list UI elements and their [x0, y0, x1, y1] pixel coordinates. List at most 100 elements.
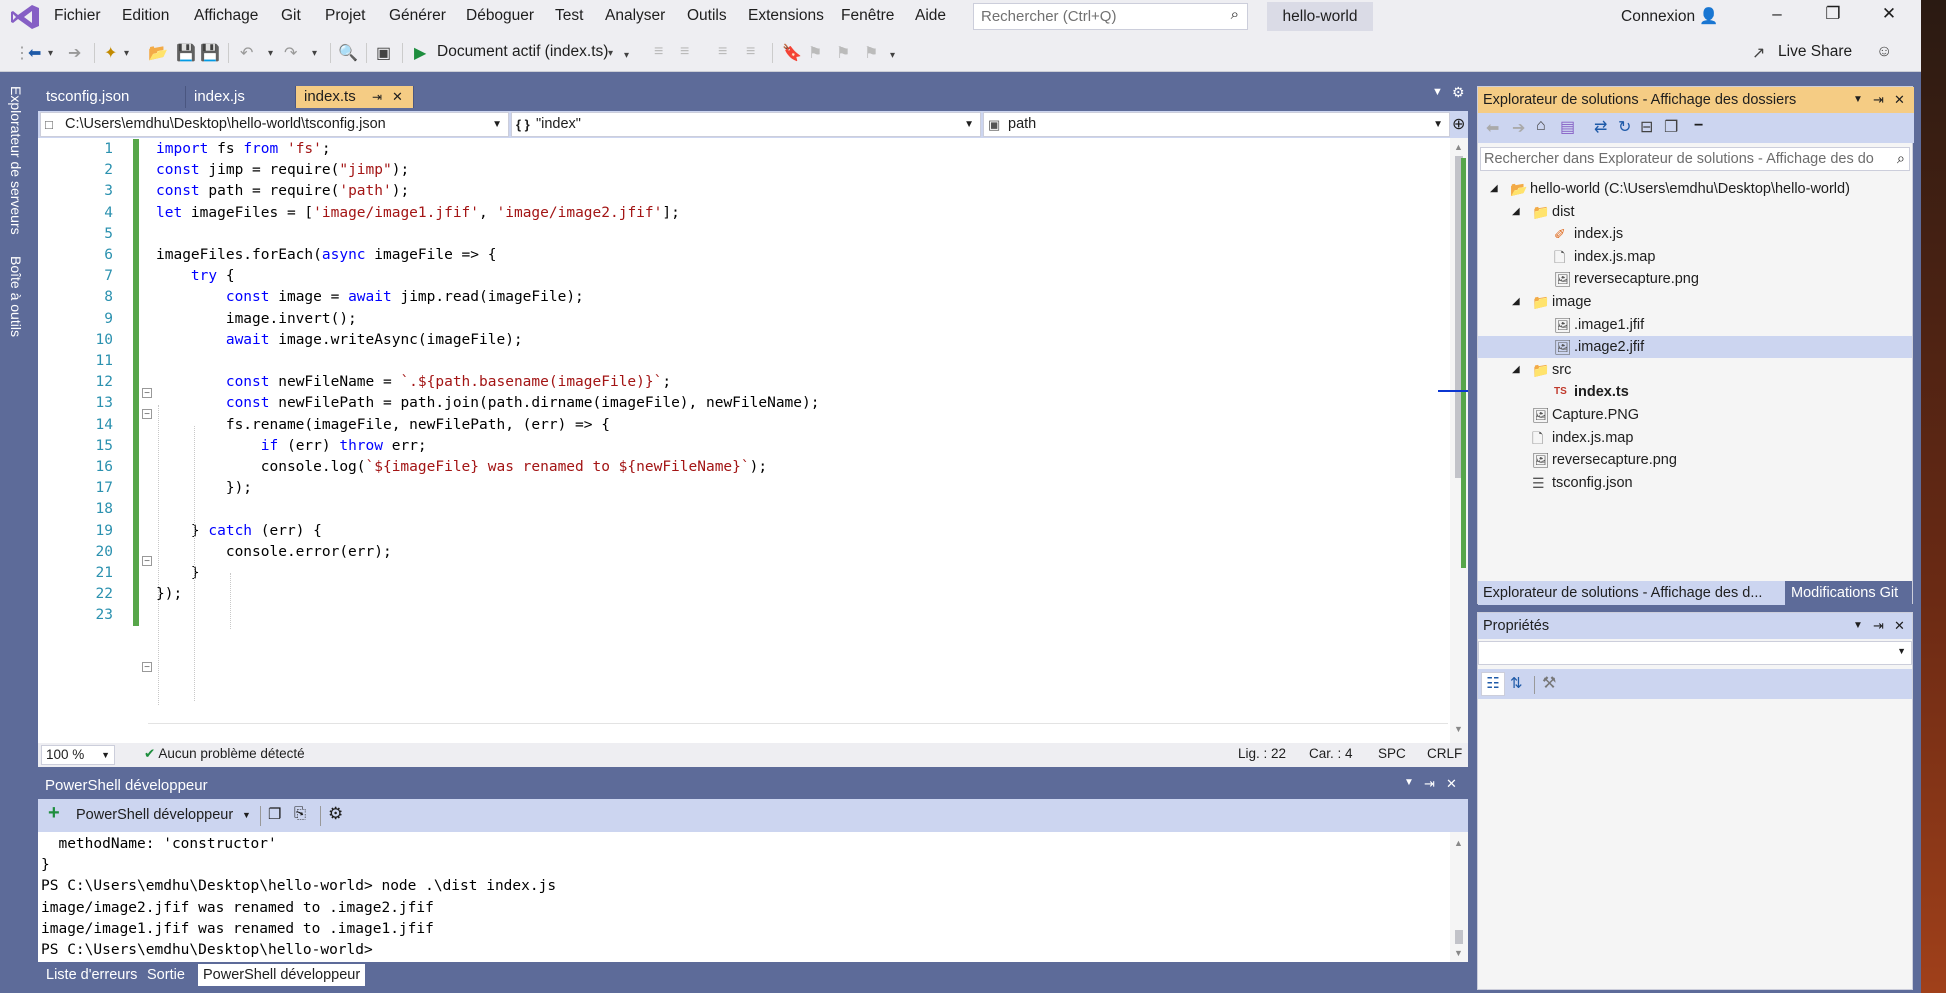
- tab-index-js[interactable]: index.js: [186, 86, 296, 108]
- show-all-files-icon[interactable]: ❐: [1664, 117, 1678, 137]
- new-dropdown-icon[interactable]: ▾: [124, 48, 129, 59]
- format-icon[interactable]: ≡: [680, 43, 689, 61]
- solution-name-badge[interactable]: hello-world: [1267, 2, 1373, 31]
- chevron-down-icon[interactable]: ▼: [242, 810, 251, 820]
- toolbox-tab[interactable]: Boîte à outils: [8, 256, 24, 337]
- column-indicator[interactable]: Car. : 4: [1309, 746, 1353, 761]
- issues-indicator[interactable]: ✔ Aucun problème détecté: [144, 746, 305, 762]
- close-panel-icon[interactable]: ✕: [1894, 613, 1905, 639]
- find-in-files-icon[interactable]: 🔍: [338, 43, 358, 63]
- expander-icon[interactable]: ◢: [1512, 201, 1520, 223]
- scope-dropdown[interactable]: { } "index" ▼: [511, 112, 981, 137]
- fold-toggle-icon[interactable]: −: [142, 662, 152, 673]
- start-debug-icon[interactable]: ▶: [414, 43, 426, 63]
- pin-icon[interactable]: ⇥: [1873, 613, 1884, 639]
- pin-icon[interactable]: ⇥: [1873, 87, 1884, 113]
- menu-item-8[interactable]: Test: [555, 7, 583, 25]
- expander-icon[interactable]: ◢: [1490, 178, 1498, 200]
- scroll-down-icon[interactable]: ▼: [1454, 948, 1463, 958]
- tree-item[interactable]: ◢ 📁 src: [1478, 359, 1912, 381]
- search-input[interactable]: Rechercher (Ctrl+Q) ⌕: [973, 3, 1248, 30]
- tree-item[interactable]: 🗋 index.js.map: [1478, 427, 1912, 449]
- paste-icon[interactable]: ⎘: [294, 805, 306, 822]
- sort-alpha-icon[interactable]: ⇅: [1510, 674, 1523, 692]
- categorized-icon[interactable]: ☷: [1481, 672, 1505, 696]
- feedback-icon[interactable]: ☺: [1876, 43, 1892, 61]
- next-bookmark-icon[interactable]: ⚑: [836, 43, 850, 63]
- back-icon[interactable]: ⬅: [28, 43, 41, 63]
- back-icon[interactable]: ⬅: [1486, 118, 1499, 138]
- code-editor[interactable]: 1 2 3 4 5 6 7 8 9 10 11 12 13 14 15 16 17 18 19 20 21 22 23 im…: [38, 138, 1468, 743]
- tree-item[interactable]: ☰ tsconfig.json: [1478, 472, 1912, 494]
- comment-icon[interactable]: ≡: [718, 43, 727, 61]
- scrollbar-thumb[interactable]: [1455, 930, 1463, 944]
- clear-bookmarks-icon[interactable]: ⚑: [864, 43, 878, 63]
- refresh-icon[interactable]: ↻: [1618, 117, 1631, 137]
- menu-item-9[interactable]: Analyser: [605, 7, 665, 25]
- panel-menu-icon[interactable]: ▼: [1853, 87, 1863, 113]
- redo-dropdown-icon[interactable]: ▾: [312, 48, 317, 59]
- tree-item[interactable]: ✐ index.js: [1478, 223, 1912, 245]
- tab-solution-explorer[interactable]: Explorateur de solutions - Affichage des…: [1478, 581, 1785, 605]
- redo-icon[interactable]: ↷: [284, 43, 297, 63]
- tree-item[interactable]: 🖼 reversecapture.png: [1478, 449, 1912, 471]
- project-dropdown[interactable]: □ C:\Users\emdhu\Desktop\hello-world\tsc…: [40, 112, 509, 137]
- menu-item-2[interactable]: Edition: [122, 7, 169, 25]
- tab-error-list[interactable]: Liste d'erreurs: [41, 964, 142, 986]
- tree-item[interactable]: 🖼 Capture.PNG: [1478, 404, 1912, 426]
- properties-icon[interactable]: −: [1694, 117, 1703, 135]
- start-target-label[interactable]: Document actif (index.ts): [437, 43, 608, 61]
- panel-menu-icon[interactable]: ▼: [1853, 613, 1863, 639]
- terminal-console[interactable]: methodName: 'constructor'} PS C:\Users\em…: [38, 832, 1468, 962]
- expander-icon[interactable]: ◢: [1512, 291, 1520, 313]
- scroll-down-icon[interactable]: ▼: [1454, 724, 1463, 734]
- close-window-button[interactable]: ✕: [1869, 4, 1909, 30]
- fold-toggle-icon[interactable]: −: [142, 409, 152, 420]
- menu-item-5[interactable]: Projet: [325, 7, 366, 25]
- tab-output[interactable]: Sortie: [142, 964, 190, 986]
- undo-icon[interactable]: ↶: [240, 43, 253, 63]
- step-icon[interactable]: ≡: [654, 43, 663, 61]
- menu-item-13[interactable]: Aide: [915, 7, 946, 25]
- screenshot-icon[interactable]: ▣: [376, 43, 391, 63]
- menu-item-10[interactable]: Outils: [687, 7, 727, 25]
- start-dropdown-icon[interactable]: ▾: [608, 48, 613, 59]
- tree-item[interactable]: 🖼 .image2.jfif: [1478, 336, 1912, 359]
- scroll-up-icon[interactable]: ▲: [1454, 142, 1463, 152]
- tree-item[interactable]: TS index.ts: [1478, 381, 1912, 403]
- wrench-icon[interactable]: ⚒: [1542, 673, 1556, 693]
- tab-tsconfig-json[interactable]: tsconfig.json: [38, 86, 186, 108]
- tree-item[interactable]: 🗋 index.js.map: [1478, 246, 1912, 268]
- server-explorer-tab[interactable]: Explorateur de serveurs: [8, 86, 24, 235]
- panel-menu-icon[interactable]: ▼: [1404, 777, 1414, 788]
- pin-icon[interactable]: ⇥: [1424, 776, 1435, 792]
- pin-icon[interactable]: ⇥: [372, 86, 382, 108]
- settings-icon[interactable]: ⚙: [1452, 84, 1465, 101]
- tree-item[interactable]: ◢ 📁 image: [1478, 291, 1912, 313]
- fold-toggle-icon[interactable]: −: [142, 388, 152, 399]
- toolbar-customize-icon[interactable]: ▾: [890, 50, 895, 61]
- tab-overflow-icon[interactable]: ▼: [1432, 86, 1443, 98]
- zoom-dropdown[interactable]: 100 % ▼: [41, 745, 115, 765]
- line-ending-indicator[interactable]: CRLF: [1427, 746, 1462, 761]
- tree-item[interactable]: 🖼 .image1.jfif: [1478, 314, 1912, 336]
- add-terminal-icon[interactable]: +: [48, 802, 60, 825]
- live-share-icon[interactable]: ↗: [1752, 43, 1765, 63]
- tab-index-ts[interactable]: index.ts ⇥ ✕: [296, 86, 414, 108]
- live-share-label[interactable]: Live Share: [1778, 43, 1852, 61]
- member-dropdown[interactable]: ▣ path ▼: [983, 112, 1450, 137]
- close-panel-icon[interactable]: ✕: [1446, 776, 1457, 792]
- tree-item[interactable]: ◢ 📂 hello-world (C:\Users\emdhu\Desktop\he…: [1478, 178, 1912, 200]
- back-dropdown-icon[interactable]: ▾: [48, 48, 53, 59]
- uncomment-icon[interactable]: ≡: [746, 43, 755, 61]
- bookmark-icon[interactable]: 🔖: [782, 43, 802, 63]
- terminal-selector[interactable]: PowerShell développeur: [76, 807, 233, 823]
- scroll-up-icon[interactable]: ▲: [1454, 838, 1463, 848]
- gear-icon[interactable]: ⚙: [328, 804, 343, 824]
- switch-views-icon[interactable]: ▤: [1560, 117, 1575, 137]
- toolbar-overflow-icon[interactable]: ▾: [624, 50, 629, 61]
- collapse-all-icon[interactable]: ⊟: [1640, 117, 1653, 137]
- tree-item[interactable]: 🖼 reversecapture.png: [1478, 268, 1912, 290]
- visual-studio-logo-icon[interactable]: [10, 4, 40, 30]
- close-panel-icon[interactable]: ✕: [1894, 87, 1905, 113]
